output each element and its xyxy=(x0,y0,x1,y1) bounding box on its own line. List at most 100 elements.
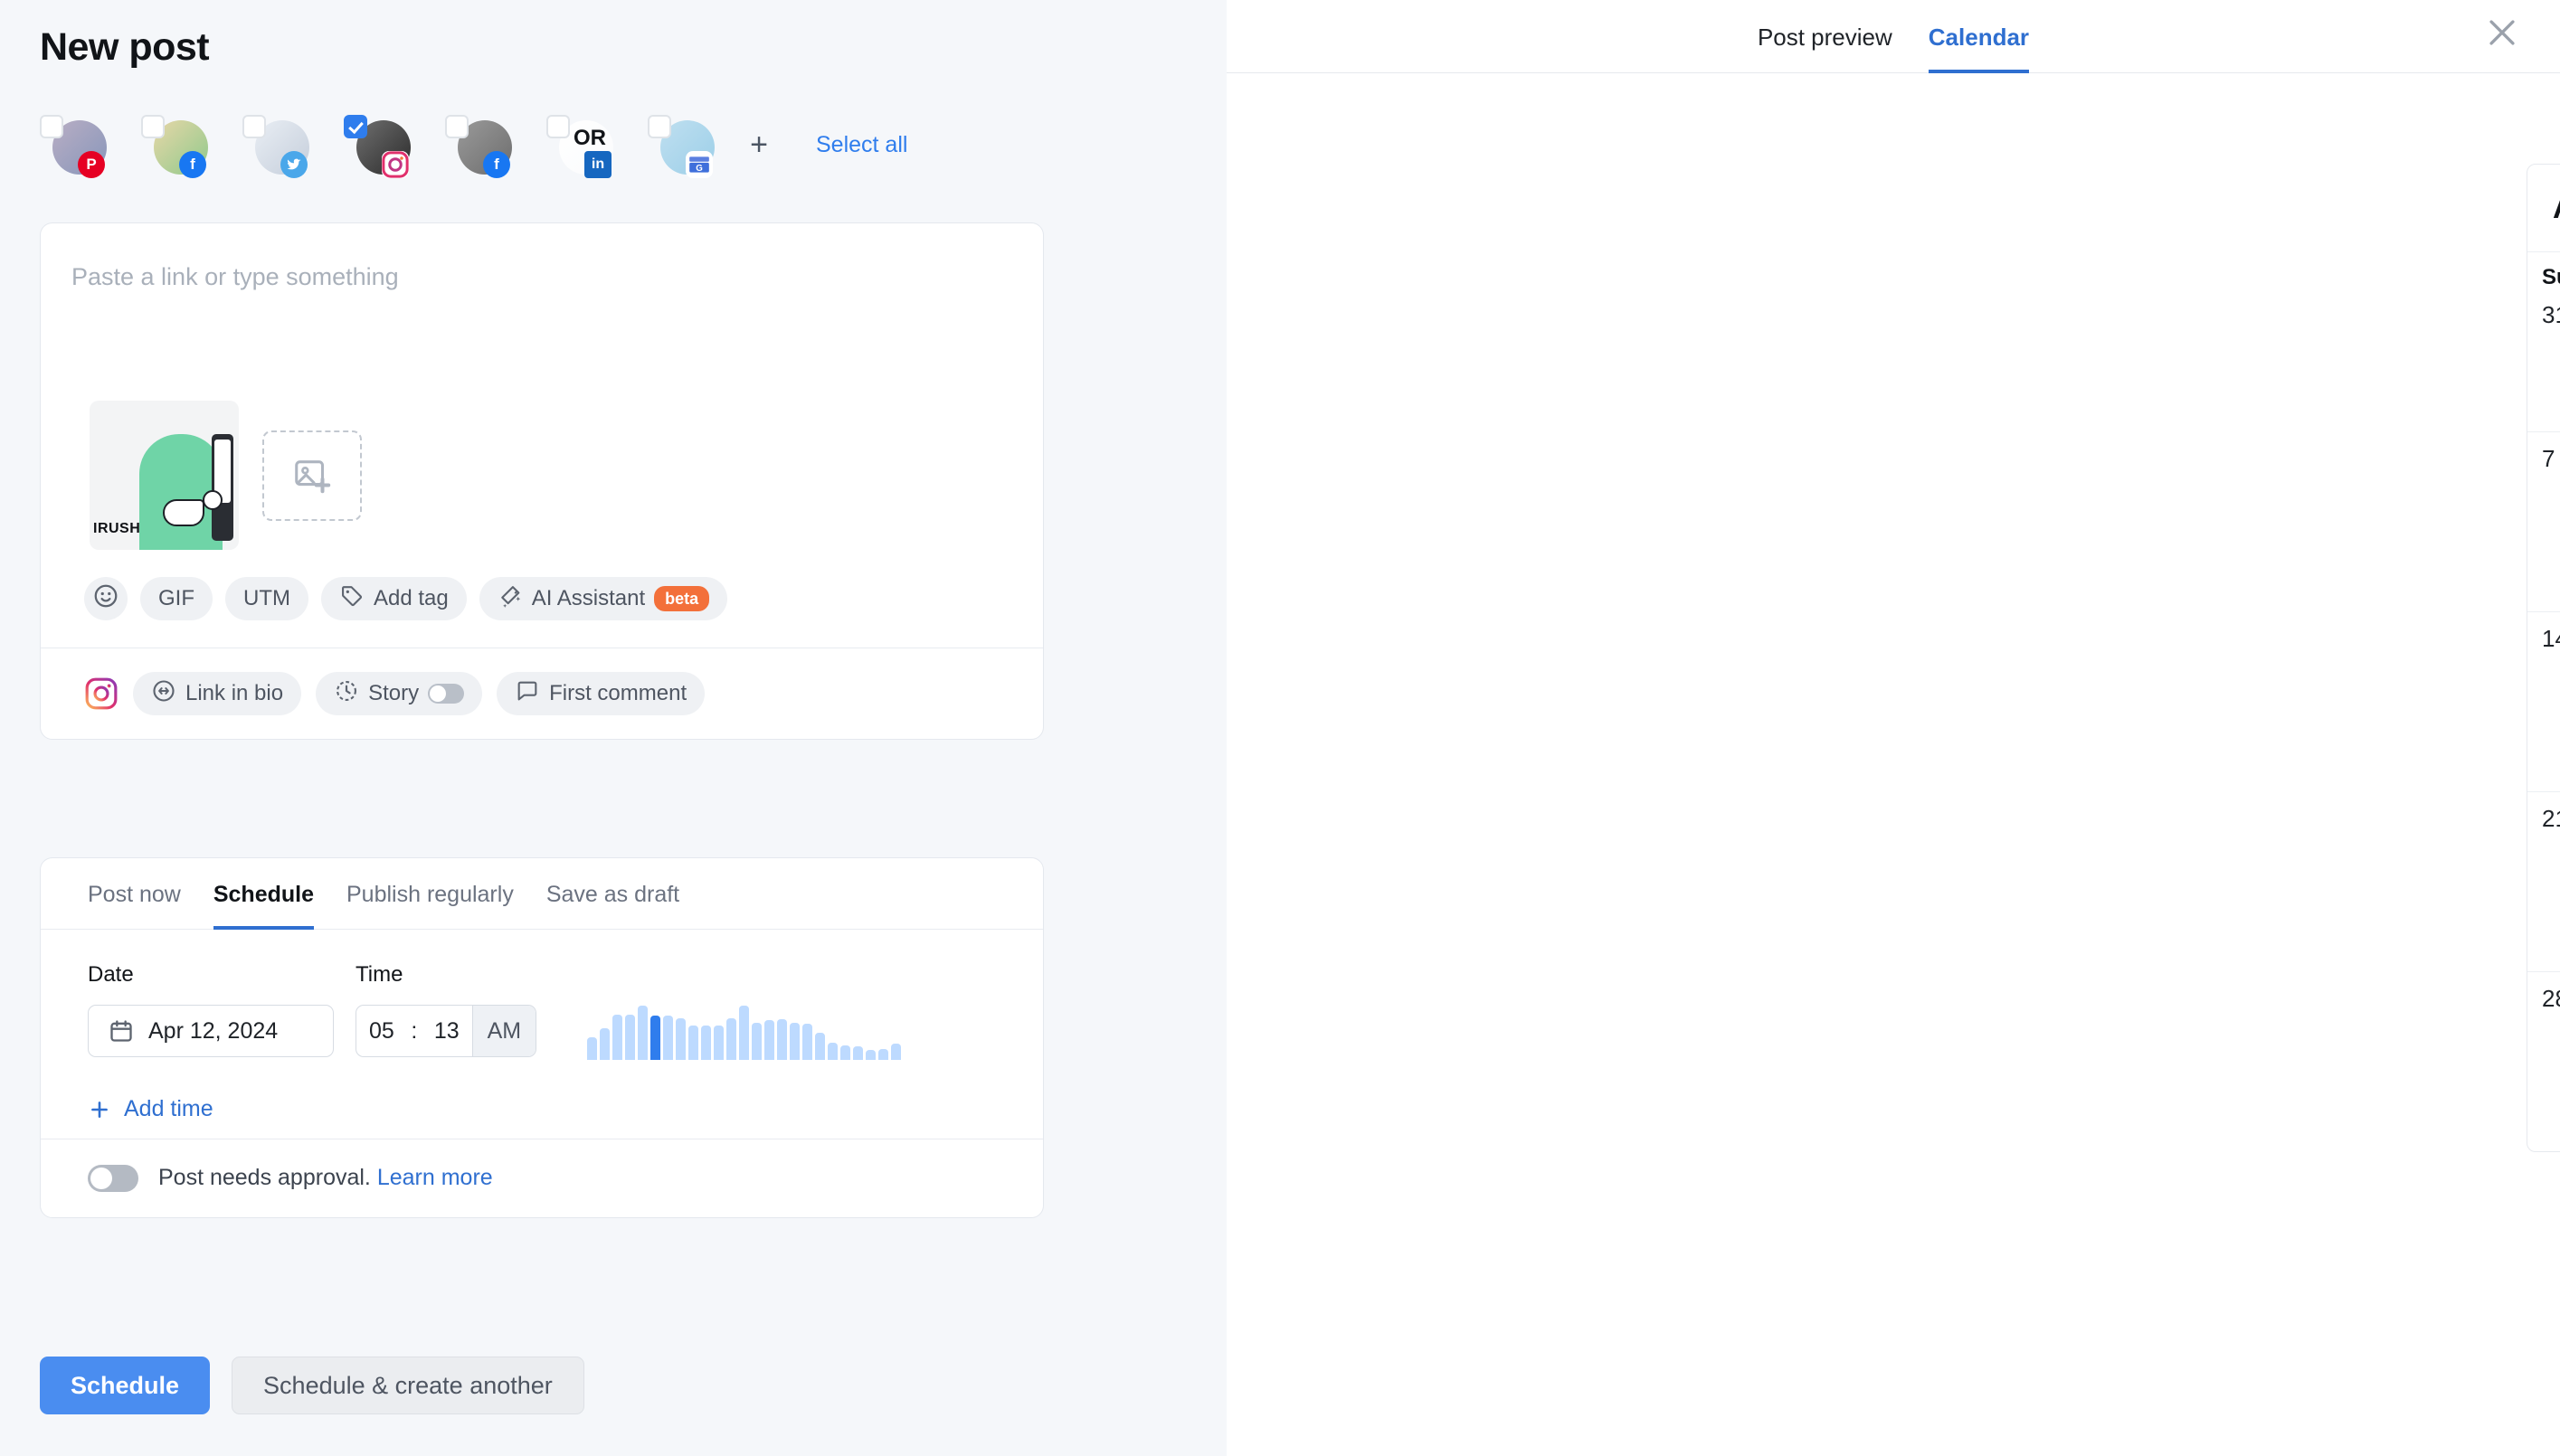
select-all-button[interactable]: Select all xyxy=(816,132,907,158)
gif-button[interactable]: GIF xyxy=(140,577,213,620)
account-checkbox[interactable] xyxy=(141,115,165,138)
histogram-bar[interactable] xyxy=(676,1017,687,1060)
linkedin-icon: in xyxy=(584,151,612,178)
schedule-tab-schedule[interactable]: Schedule xyxy=(213,882,314,930)
account-checkbox[interactable] xyxy=(40,115,63,138)
time-input[interactable]: 05 : 13 AM xyxy=(356,1005,537,1057)
account-checkbox[interactable] xyxy=(445,115,469,138)
histogram-bar[interactable] xyxy=(802,1024,813,1060)
calendar-day-cell[interactable]: 14 xyxy=(2527,611,2560,791)
account-google-business-account[interactable]: G xyxy=(648,115,715,178)
thumbnail-wordmark: IRUSH xyxy=(93,521,141,536)
histogram-bar[interactable] xyxy=(815,1033,826,1060)
google-business-icon: G xyxy=(686,151,713,178)
dialog-footer: Schedule Schedule & create another xyxy=(40,1357,584,1414)
calendar-day-cell[interactable]: Sun 31 xyxy=(2527,251,2560,431)
histogram-bar[interactable] xyxy=(650,1015,661,1060)
media-thumbnail[interactable]: IRUSH xyxy=(90,401,239,550)
close-button[interactable] xyxy=(2482,13,2522,52)
network-options-toolbar: Link in bio Story First comment xyxy=(41,648,1043,739)
account-facebook-account-2[interactable]: f xyxy=(445,115,512,178)
account-linkedin-account[interactable]: OR in xyxy=(546,115,613,178)
time-hour[interactable]: 05 xyxy=(356,1006,407,1056)
schedule-tab-publish-regularly[interactable]: Publish regularly xyxy=(346,882,514,930)
new-post-dialog: New post Pf f OR in G + Select all Paste a lin… xyxy=(0,0,2560,1456)
account-pinterest-account[interactable]: P xyxy=(40,115,107,178)
media-row: IRUSH xyxy=(41,401,1043,550)
first-comment-button[interactable]: First comment xyxy=(497,672,706,715)
schedule-tab-save-as-draft[interactable]: Save as draft xyxy=(546,882,679,930)
histogram-bar[interactable] xyxy=(638,1006,649,1060)
histogram-bar[interactable] xyxy=(701,1025,712,1060)
histogram-bar[interactable] xyxy=(625,1014,636,1060)
histogram-bar[interactable] xyxy=(688,1025,699,1060)
emoji-button[interactable] xyxy=(84,577,128,620)
histogram-bar[interactable] xyxy=(828,1042,839,1060)
add-image-icon xyxy=(295,459,331,493)
learn-more-link[interactable]: Learn more xyxy=(377,1165,493,1190)
histogram-bar[interactable] xyxy=(726,1017,737,1060)
twitter-icon xyxy=(280,151,308,178)
schedule-create-another-button[interactable]: Schedule & create another xyxy=(232,1357,584,1414)
histogram-bar[interactable] xyxy=(739,1006,750,1060)
tab-post-preview[interactable]: Post preview xyxy=(1758,24,1892,73)
account-checkbox[interactable] xyxy=(648,115,671,138)
histogram-bar[interactable] xyxy=(752,1023,763,1060)
instagram-icon xyxy=(84,676,119,711)
beta-badge: beta xyxy=(654,585,710,612)
histogram-bar[interactable] xyxy=(663,1015,674,1060)
add-account-button[interactable]: + xyxy=(742,128,776,162)
calendar-day-number: 14 xyxy=(2542,625,2560,652)
histogram-bar[interactable] xyxy=(840,1045,851,1060)
schedule-button[interactable]: Schedule xyxy=(40,1357,211,1414)
account-twitter-account[interactable] xyxy=(242,115,309,178)
close-icon xyxy=(2489,20,2515,45)
calendar-day-cell[interactable]: 7 xyxy=(2527,431,2560,611)
approval-text: Post needs approval. Learn more xyxy=(158,1165,493,1191)
histogram-bar[interactable] xyxy=(866,1050,877,1060)
approval-toggle[interactable] xyxy=(88,1164,138,1192)
histogram-bar[interactable] xyxy=(878,1048,889,1060)
account-checkbox[interactable] xyxy=(546,115,570,138)
calendar-day-cell[interactable]: 21 xyxy=(2527,791,2560,971)
approval-label: Post needs approval. xyxy=(158,1165,371,1190)
plus-icon xyxy=(91,1101,108,1118)
add-time-button[interactable]: Add time xyxy=(88,1096,213,1122)
time-ampm[interactable]: AM xyxy=(471,1006,536,1056)
date-input[interactable]: Apr 12, 2024 xyxy=(88,1005,334,1057)
chip-label: UTM xyxy=(243,586,290,610)
composer-textarea[interactable]: Paste a link or type something xyxy=(41,223,1043,401)
histogram-bar[interactable] xyxy=(612,1014,623,1060)
schedule-tab-post-now[interactable]: Post now xyxy=(88,882,181,930)
utm-button[interactable]: UTM xyxy=(225,577,308,620)
composer-toolbar: GIF UTM Add tag AI Assistant beta xyxy=(41,550,1043,648)
time-minute[interactable]: 13 xyxy=(422,1006,472,1056)
histogram-bar[interactable] xyxy=(764,1020,775,1060)
histogram-bar[interactable] xyxy=(853,1046,864,1060)
chip-label: GIF xyxy=(158,586,194,610)
account-checkbox[interactable] xyxy=(344,115,367,138)
add-image-button[interactable] xyxy=(262,430,362,521)
account-checkbox[interactable] xyxy=(242,115,266,138)
instagram-icon xyxy=(382,151,409,178)
best-time-histogram[interactable] xyxy=(587,1002,902,1060)
histogram-bar[interactable] xyxy=(777,1019,788,1060)
story-toggle[interactable]: Story xyxy=(316,672,483,715)
story-switch[interactable] xyxy=(428,684,465,704)
add-tag-button[interactable]: Add tag xyxy=(320,577,467,620)
tab-calendar[interactable]: Calendar xyxy=(1928,24,2030,73)
histogram-bar[interactable] xyxy=(600,1027,611,1060)
schedule-body: Date Time Apr 12, 2024 05 : 13 AM Add ti… xyxy=(41,930,1043,1139)
account-instagram-account[interactable] xyxy=(344,115,411,178)
histogram-bar[interactable] xyxy=(790,1023,801,1060)
calendar-day-cell[interactable]: 28 xyxy=(2527,971,2560,1151)
ai-assistant-button[interactable]: AI Assistant beta xyxy=(479,577,728,620)
histogram-bar[interactable] xyxy=(891,1044,902,1060)
account-facebook-account-1[interactable]: f xyxy=(141,115,208,178)
post-editor-panel: New post Pf f OR in G + Select all Paste a lin… xyxy=(0,0,1227,1456)
histogram-bar[interactable] xyxy=(587,1037,598,1060)
link-in-bio-button[interactable]: Link in bio xyxy=(133,672,302,715)
histogram-bar[interactable] xyxy=(714,1025,725,1060)
calendar-header: Apr 2024 Today xyxy=(2527,165,2560,251)
chip-label: Add tag xyxy=(373,586,449,610)
